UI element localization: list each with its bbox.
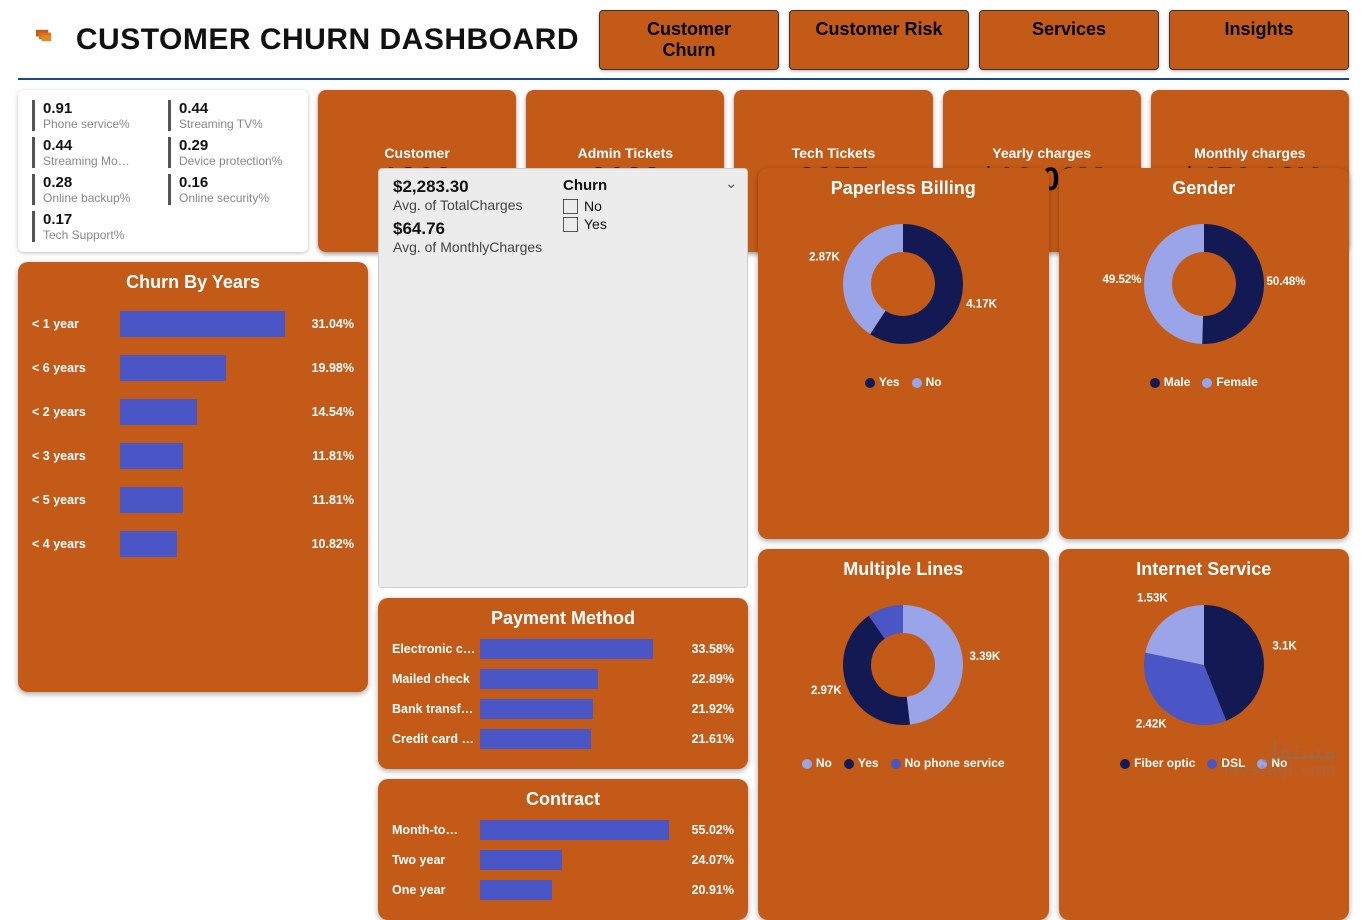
tab-insights[interactable]: Insights	[1169, 10, 1349, 70]
lower-grid: Churn By Years < 1 year 31.04% < 6 years…	[18, 262, 1349, 920]
svg-text:3.39K: 3.39K	[970, 651, 1001, 663]
bar-row: Bank transf… 21.92%	[392, 699, 734, 719]
legend: YesNo	[865, 375, 942, 389]
pwc-logo-icon: pwc	[18, 26, 56, 54]
bar-row: < 4 years 10.82%	[32, 531, 354, 557]
chart-paperless-billing[interactable]: Paperless Billing 4.17K2.87KYesNo	[758, 168, 1049, 539]
bar-row: < 5 years 11.81%	[32, 487, 354, 513]
donut-svg: 4.17K 2.87K	[783, 209, 1023, 369]
bar-row: One year 20.91%	[392, 880, 734, 900]
pwc-logo: pwc	[18, 10, 56, 70]
bar-row: < 3 years 11.81%	[32, 443, 354, 469]
svg-text:2.87K: 2.87K	[809, 252, 840, 264]
bar-row: Electronic c… 33.58%	[392, 639, 734, 659]
bar-row: < 6 years 19.98%	[32, 355, 354, 381]
ratio-item: 0.17Tech Support%	[32, 211, 158, 242]
svg-text:50.48%: 50.48%	[1266, 276, 1305, 288]
checkbox-icon	[563, 217, 578, 232]
bar-row: Two year 24.07%	[392, 850, 734, 870]
avg-totalcharges-value: $2,283.30	[393, 177, 563, 197]
svg-text:pwc: pwc	[19, 46, 30, 52]
ratio-item: 0.29Device protection%	[168, 137, 294, 168]
chart-contract[interactable]: Contract Month-to… 55.02% Two year 24.07…	[378, 779, 748, 920]
chart-multiple-lines[interactable]: Multiple Lines 3.39K2.97K0.68KNoYesNo ph…	[758, 549, 1049, 920]
ratios-card: 0.91Phone service% 0.44Streaming TV% 0.44S…	[18, 90, 308, 252]
ratio-item: 0.44Streaming TV%	[168, 100, 294, 131]
ratio-item: 0.28Online backup%	[32, 174, 158, 205]
donut-svg: 3.1K 2.42K 1.53K	[1084, 590, 1324, 750]
chart-churn-by-years[interactable]: Churn By Years < 1 year 31.04% < 6 years…	[18, 262, 368, 692]
legend: MaleFemale	[1150, 375, 1258, 389]
svg-text:3.1K: 3.1K	[1272, 641, 1297, 653]
churn-filter-no[interactable]: No	[563, 198, 733, 214]
bar-row: Mailed check 22.89%	[392, 669, 734, 689]
page-title: CUSTOMER CHURN DASHBOARD	[76, 23, 579, 57]
churn-filter-yes[interactable]: Yes	[563, 216, 733, 232]
tab-bar: Customer Churn Customer Risk Services In…	[599, 10, 1349, 70]
svg-text:49.52%: 49.52%	[1102, 274, 1141, 286]
bar-row: < 1 year 31.04%	[32, 311, 354, 337]
svg-text:4.17K: 4.17K	[966, 298, 997, 310]
legend: NoYesNo phone service	[802, 756, 1005, 770]
avg-monthlycharges-value: $64.76	[393, 219, 563, 239]
bar-row: Month-to… 55.02%	[392, 820, 734, 840]
chart-payment-method[interactable]: Payment Method Electronic c… 33.58% Mail…	[378, 598, 748, 769]
tab-services[interactable]: Services	[979, 10, 1159, 70]
chevron-down-icon[interactable]: ⌄	[725, 175, 737, 192]
header: pwc CUSTOMER CHURN DASHBOARD Customer Ch…	[18, 10, 1349, 80]
svg-text:1.53K: 1.53K	[1137, 592, 1168, 604]
watermark: مستقل mostaql.com	[1224, 737, 1337, 779]
checkbox-icon	[563, 199, 578, 214]
churn-filter: Churn No Yes	[563, 177, 733, 579]
averages-card: $2,283.30 Avg. of TotalCharges $64.76 Av…	[378, 168, 748, 588]
tab-customer-churn[interactable]: Customer Churn	[599, 10, 779, 70]
tab-customer-risk[interactable]: Customer Risk	[789, 10, 969, 70]
bar-row: < 2 years 14.54%	[32, 399, 354, 425]
ratio-item: 0.44Streaming Mo…	[32, 137, 158, 168]
svg-text:2.97K: 2.97K	[811, 685, 842, 697]
ratio-item: 0.16Online security%	[168, 174, 294, 205]
svg-text:2.42K: 2.42K	[1136, 719, 1167, 731]
bar-row: Credit card … 21.61%	[392, 729, 734, 749]
chart-gender[interactable]: Gender 50.48%49.52%MaleFemale	[1059, 168, 1350, 539]
donut-svg: 50.48% 49.52%	[1084, 209, 1324, 369]
ratio-item: 0.91Phone service%	[32, 100, 158, 131]
donut-svg: 3.39K2.97K0.68K	[783, 590, 1023, 750]
